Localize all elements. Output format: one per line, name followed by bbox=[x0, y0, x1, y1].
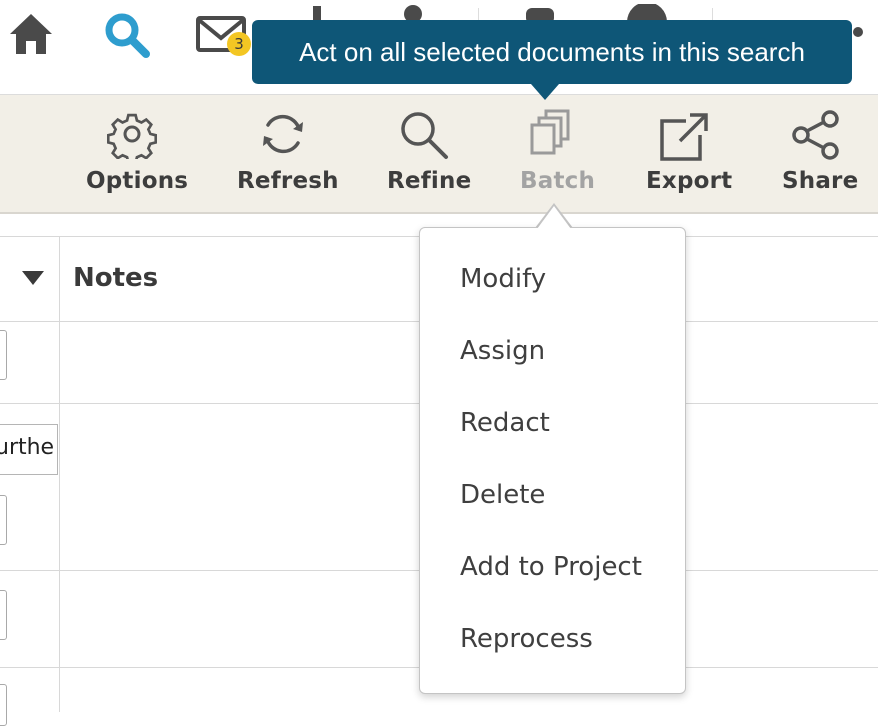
magnifier-icon bbox=[401, 112, 448, 159]
gear-icon bbox=[107, 113, 157, 159]
export-icon bbox=[660, 113, 708, 161]
row-field[interactable] bbox=[0, 684, 7, 726]
refine-button[interactable]: Refine bbox=[380, 95, 472, 212]
more-icon[interactable] bbox=[852, 26, 864, 38]
column-divider bbox=[59, 236, 60, 712]
sort-dropdown-icon[interactable] bbox=[22, 271, 44, 285]
options-label: Options bbox=[86, 168, 189, 194]
refresh-icon bbox=[263, 114, 303, 154]
row-field[interactable] bbox=[0, 590, 7, 640]
batch-copy-icon bbox=[530, 109, 570, 155]
search-icon[interactable] bbox=[103, 11, 151, 59]
export-button[interactable]: Export bbox=[640, 95, 733, 212]
menu-item-reprocess[interactable]: Reprocess bbox=[460, 624, 593, 654]
tooltip-arrow bbox=[531, 84, 559, 100]
share-icon bbox=[792, 110, 839, 160]
batch-button[interactable]: Batch bbox=[510, 95, 600, 212]
refresh-label: Refresh bbox=[237, 168, 339, 194]
row-text-field[interactable]: urthe bbox=[0, 424, 58, 475]
row-field[interactable] bbox=[0, 495, 7, 545]
row-text-value: urthe bbox=[0, 435, 55, 460]
row-field[interactable] bbox=[0, 330, 7, 380]
mail-unread-badge: 3 bbox=[227, 32, 251, 56]
dropdown-pointer-fill bbox=[537, 206, 571, 229]
menu-item-delete[interactable]: Delete bbox=[460, 480, 545, 510]
share-button[interactable]: Share bbox=[776, 95, 866, 212]
share-label: Share bbox=[782, 168, 859, 194]
menu-item-add-to-project[interactable]: Add to Project bbox=[460, 552, 642, 582]
batch-menu: Modify Assign Redact Delete Add to Proje… bbox=[419, 227, 686, 694]
menu-item-redact[interactable]: Redact bbox=[460, 408, 550, 438]
home-icon[interactable] bbox=[8, 12, 54, 56]
refine-label: Refine bbox=[387, 168, 472, 194]
batch-tooltip: Act on all selected documents in this se… bbox=[252, 20, 852, 84]
notes-column-header[interactable]: Notes bbox=[73, 263, 158, 293]
search-toolbar: Options Refresh Refine Batch Export Shar… bbox=[0, 95, 878, 214]
export-label: Export bbox=[646, 168, 733, 194]
menu-item-modify[interactable]: Modify bbox=[460, 264, 546, 294]
refresh-button[interactable]: Refresh bbox=[232, 95, 339, 212]
options-button[interactable]: Options bbox=[80, 95, 188, 212]
batch-label: Batch bbox=[520, 168, 596, 194]
menu-item-assign[interactable]: Assign bbox=[460, 336, 545, 366]
